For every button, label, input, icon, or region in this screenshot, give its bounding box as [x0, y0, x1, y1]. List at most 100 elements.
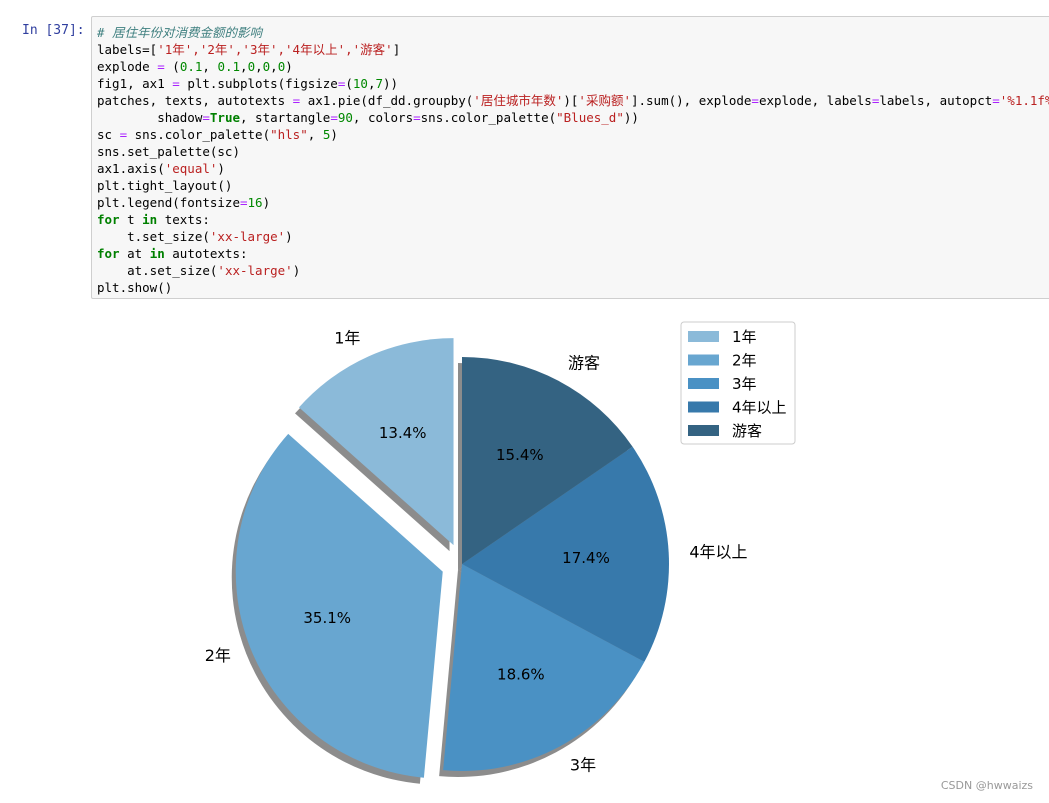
code-token: ) [217, 161, 225, 176]
code-token: ax1.pie(df_dd.groupby( [300, 93, 474, 108]
code-token: 'equal' [164, 161, 218, 176]
code-token: at [119, 246, 150, 261]
legend-label: 游客 [732, 422, 762, 440]
code-token: )[ [563, 93, 579, 108]
code-line: fig1, ax1 = plt.subplots(figsize=(10,7)) [97, 76, 398, 91]
code-token: in [149, 246, 165, 261]
pie-label: 游客 [568, 353, 600, 372]
code-cell[interactable]: # 居住年份对消费金额的影响 labels=['1年','2年','3年','4… [91, 16, 1049, 299]
code-token: , [255, 59, 263, 74]
pie-label: 1年 [334, 328, 360, 347]
code-line: t.set_size('xx-large') [97, 229, 293, 244]
code-token: shadow [97, 110, 203, 125]
code-token: for [97, 212, 120, 227]
chart-legend: 1年 2年 3年 4年以上游客 [680, 321, 796, 445]
code-token: ) [330, 127, 338, 142]
code-token: ( [164, 59, 180, 74]
code-token: sns.color_palette( [420, 110, 557, 125]
pie-label: 3年 [570, 756, 596, 775]
code-token: 90 [337, 110, 353, 125]
code-token: , [202, 59, 218, 74]
code-token: True [209, 110, 240, 125]
code-token: 0.1 [217, 59, 241, 74]
code-line: sns.set_palette(sc) [97, 144, 240, 159]
code-token: = [992, 93, 1000, 108]
code-token: plt.show() [97, 280, 173, 295]
code-token: sns.color_palette( [127, 127, 271, 142]
legend-label: 4年以上 [732, 399, 787, 417]
code-line: for at in autotexts: [97, 246, 248, 261]
code-token: 'xx-large' [217, 263, 293, 278]
code-token: , [307, 127, 323, 142]
code-token: ) [262, 195, 271, 210]
code-token: ) [285, 229, 293, 244]
code-token: = [240, 195, 248, 210]
code-token: for [97, 246, 120, 261]
legend-swatch [688, 354, 719, 366]
legend-swatch [688, 401, 719, 413]
code-token: ].sum(), explode [630, 93, 752, 108]
code-token: ) [292, 263, 301, 278]
code-token: plt.tight_layout() [97, 178, 233, 193]
code-token: sns.set_palette(sc) [97, 144, 240, 159]
code-token: ( [345, 76, 353, 91]
pie-label: 2年 [205, 646, 231, 665]
code-token: = [157, 59, 165, 74]
legend-swatch [688, 331, 719, 342]
code-token: ] [392, 42, 401, 57]
code-token: texts: [157, 212, 210, 227]
code-token: t [119, 212, 143, 227]
code-token: labels, autopct [879, 93, 993, 108]
code-token: ax1.axis( [97, 161, 165, 176]
code-token: 'xx-large' [209, 229, 286, 244]
code-line: for t in texts: [97, 212, 210, 227]
code-token: 10 [352, 76, 368, 91]
code-token: '居住城市年数' [473, 93, 564, 108]
legend-swatch [688, 378, 719, 389]
code-token: '%1.1f%%' [999, 93, 1049, 108]
pie-chart: 1年2年3年4年以上游客 13.4%35.1%18.6%17.4%15.4% 1… [205, 321, 796, 784]
code-token: = [751, 93, 759, 108]
code-line: # 居住年份对消费金额的影响 [97, 25, 262, 40]
code-token: , colors [352, 110, 414, 125]
code-token: = [172, 76, 180, 91]
code-line: explode = (0.1, 0.1,0,0,0) [97, 59, 293, 74]
code-token: '1年','2年','3年','4年以上','游客' [157, 42, 393, 57]
code-token: , [367, 76, 376, 91]
code-token: # 居住年份对消费金额的影响 [97, 25, 263, 40]
code-line: plt.tight_layout() [97, 178, 232, 193]
code-token: labels=[ [97, 42, 158, 57]
code-line: shadow=True, startangle=90, colors=sns.c… [97, 110, 639, 125]
code-line: patches, texts, autotexts = ax1.pie(df_d… [97, 93, 1049, 108]
code-token: , [270, 59, 278, 74]
code-token: "hls" [270, 127, 308, 142]
watermark: CSDN @hwwaizs [940, 779, 1033, 792]
code-line: at.set_size('xx-large') [97, 263, 300, 278]
legend-label: 1年 [732, 328, 757, 346]
pie-percent-label: 15.4% [496, 446, 544, 464]
legend-swatch [688, 425, 719, 436]
code-token: , startangle [240, 110, 331, 125]
code-token: patches, texts, autotexts [97, 93, 293, 108]
pie-percent-label: 17.4% [562, 549, 610, 567]
code-token: at.set_size( [97, 263, 218, 278]
code-token: = [413, 110, 421, 125]
code-token: explode [97, 59, 158, 74]
code-token: fig1, ax1 [97, 76, 173, 91]
code-token: = [119, 127, 128, 142]
code-token: '采购额' [578, 93, 631, 108]
code-line: ax1.axis('equal') [97, 161, 225, 176]
code-editor[interactable]: # 居住年份对消费金额的影响 labels=['1年','2年','3年','4… [92, 17, 1049, 296]
pie-percent-label: 18.6% [497, 665, 545, 683]
pie-percent-label: 35.1% [303, 609, 351, 627]
code-token: = [202, 110, 210, 125]
code-token: in [142, 212, 158, 227]
code-token: = [330, 110, 338, 125]
code-token: 7 [375, 76, 384, 91]
code-token: , [240, 59, 248, 74]
code-token: "Blues_d" [556, 110, 624, 125]
pie-label: 4年以上 [689, 542, 747, 561]
legend-label: 2年 [732, 352, 757, 370]
code-line: plt.legend(fontsize=16) [97, 195, 270, 210]
code-token: autotexts: [164, 246, 248, 261]
